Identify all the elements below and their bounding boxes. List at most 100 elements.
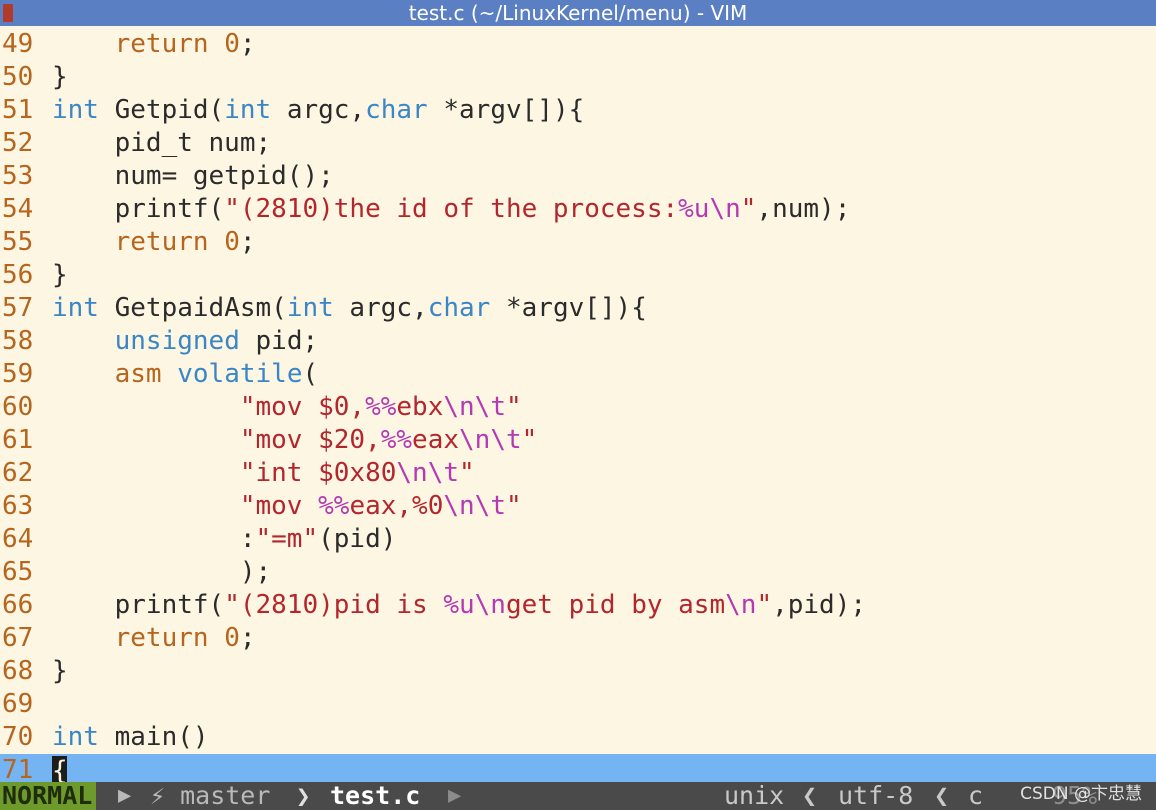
code-token: 0 [224,29,240,59]
code-text: } [52,259,68,292]
code-token: pid; [239,326,319,356]
code-line[interactable]: 51 int Getpid(int argc,char *argv[]){ [0,94,1156,127]
mode-indicator: NORMAL [0,782,97,810]
code-line[interactable]: 62 "int $0x80\n\t" [0,457,1156,490]
line-number: 50 [2,62,34,92]
code-token: argc, [271,95,366,125]
code-token: %% [380,425,413,455]
code-token: ); [52,557,272,587]
code-token: %% [318,491,350,521]
code-token: } [52,656,68,686]
code-token: return [114,623,209,653]
code-token: char [427,293,491,323]
code-line[interactable]: 49 return 0; [0,28,1156,61]
code-text: ); [52,556,271,589]
vim-app-icon [3,4,13,22]
code-line[interactable]: 65 ); [0,556,1156,589]
code-token: %% [365,392,397,422]
code-token: } [52,62,68,92]
text-cursor: { [52,755,68,786]
code-token: eax [412,425,460,455]
code-token: "int $0x80 [239,458,397,488]
watermark: CSDN @卞忠慧 [1020,784,1142,804]
line-number: 56 [2,260,34,290]
filename-separator-icon: ▶ [448,783,462,808]
encoding-separator-icon: ❮ [934,782,950,810]
window-title: test.c (~/LinuxKernel/menu) - VIM [408,1,748,25]
code-text: asm volatile( [52,358,319,391]
code-token: 0 [224,623,240,653]
code-line[interactable]: 50} [0,61,1156,94]
code-token: printf( [52,194,225,224]
code-token: "mov [239,491,319,521]
code-line[interactable]: 55 return 0; [0,226,1156,259]
editor-buffer[interactable]: 49 return 0; 50} 51 int Getpid(int argc,cha… [0,28,1156,787]
line-number: 58 [2,326,34,356]
code-text: int Getpid(int argc,char *argv[]){ [52,94,584,127]
code-line[interactable]: 57 int GetpaidAsm(int argc,char *argv[]){ [0,292,1156,325]
code-token: ,pid); [772,590,867,620]
branch-separator-icon: ❯ [296,782,311,810]
code-text: :"=m"(pid) [52,523,397,556]
code-token: return [114,227,209,257]
format-separator-icon: ❮ [802,782,818,810]
code-token: ; [239,227,256,257]
line-number: 68 [2,656,34,686]
code-line[interactable]: 52 pid_t num; [0,127,1156,160]
code-token: %u\n [443,590,506,620]
file-encoding: utf-8 [838,782,914,810]
code-token: int [286,293,334,323]
code-line[interactable]: 59 asm volatile( [0,358,1156,391]
code-token: return [114,29,209,59]
line-number: 61 [2,425,34,455]
code-token: Getpid( [98,95,225,125]
code-line[interactable]: 64 :"=m"(pid) [0,523,1156,556]
code-line[interactable]: 66 printf("(2810)pid is %u\nget pid by a… [0,589,1156,622]
line-number: 66 [2,590,34,620]
code-token: : [52,524,256,554]
code-line[interactable]: 63 "mov %%eax,%0\n\t" [0,490,1156,523]
code-text: unsigned pid; [52,325,319,358]
code-line[interactable]: 54 printf("(2810)the id of the process:%… [0,193,1156,226]
code-token: int [224,95,272,125]
window-title-bar: test.c (~/LinuxKernel/menu) - VIM [0,0,1156,26]
line-number: 54 [2,194,34,224]
code-token: printf( [52,590,225,620]
code-line[interactable]: 69 [0,688,1156,721]
code-token: pid_t num; [52,128,272,158]
code-token: \n\t [459,425,522,455]
code-token: unsigned [114,326,240,356]
code-line[interactable]: 61 "mov $20,%%eax\n\t" [0,424,1156,457]
line-number: 63 [2,491,34,521]
code-line[interactable]: 56} [0,259,1156,292]
code-token: " [505,491,522,521]
code-line[interactable]: 53 num= getpid(); [0,160,1156,193]
code-text: } [52,61,68,94]
file-type: c [968,782,984,810]
code-text: "mov %%eax,%0\n\t" [52,490,522,523]
code-line[interactable]: 68} [0,655,1156,688]
code-line[interactable]: 70 int main() [0,721,1156,754]
code-token: \n [725,590,757,620]
code-text: "mov $0,%%ebx\n\t" [52,391,522,424]
code-token: main() [98,722,209,752]
code-token: asm [114,359,162,389]
code-token: (pid) [318,524,397,554]
code-token: int [52,293,99,323]
line-number: 49 [2,29,34,59]
code-line[interactable]: 58 unsigned pid; [0,325,1156,358]
code-token: %u\n [678,194,741,224]
line-number: 65 [2,557,34,587]
code-line[interactable]: 60 "mov $0,%%ebx\n\t" [0,391,1156,424]
code-line[interactable]: 67 return 0; [0,622,1156,655]
code-text: printf("(2810)pid is %u\nget pid by asm\… [52,589,866,622]
code-token: eax,%0 [349,491,444,521]
line-number: 52 [2,128,34,158]
code-token: "(2810)the id of the process: [224,194,679,224]
